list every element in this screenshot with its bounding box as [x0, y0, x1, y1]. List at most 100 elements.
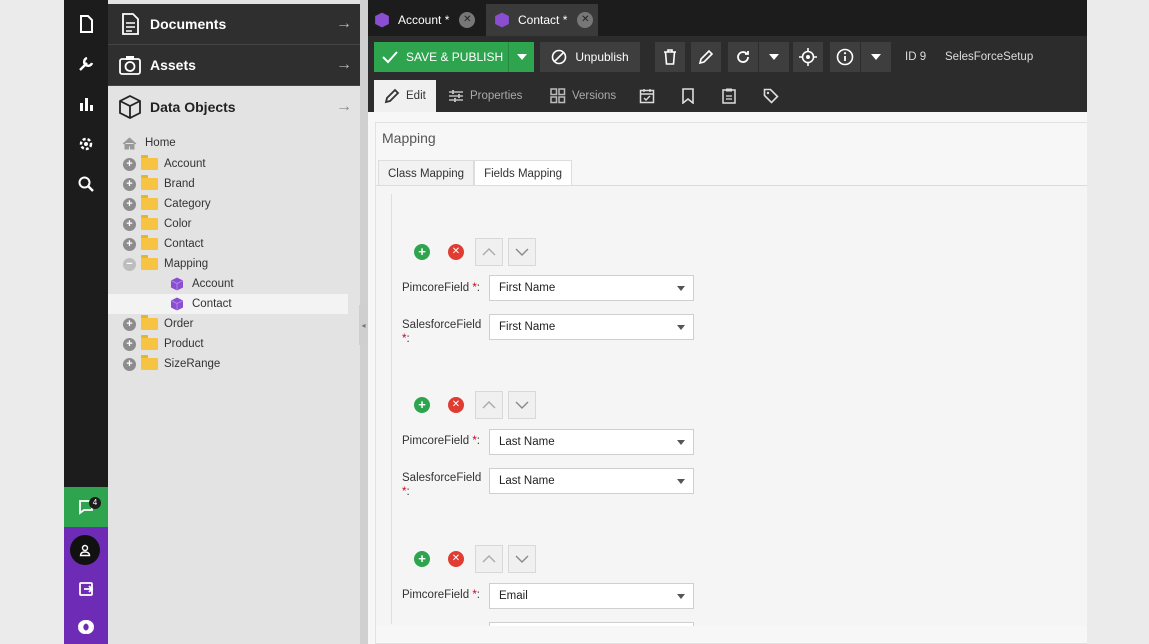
- tree-item-label: Account: [164, 158, 206, 170]
- chart-icon[interactable]: [64, 84, 108, 124]
- object-toolbar: SAVE & PUBLISH Unpublish ID 9 SelesForce…: [368, 36, 1087, 78]
- expand-icon[interactable]: +: [123, 317, 136, 331]
- tree-item-mapping-contact[interactable]: Contact: [108, 294, 348, 314]
- chevron-down-icon: [769, 54, 779, 60]
- save-publish-button[interactable]: SAVE & PUBLISH: [374, 42, 508, 72]
- tab-schedule[interactable]: [638, 80, 662, 112]
- tab-label: Account *: [398, 13, 450, 27]
- accordion-label: Assets: [150, 57, 196, 73]
- salesforce-field-select[interactable]: [489, 622, 694, 626]
- add-button[interactable]: +: [408, 391, 436, 419]
- tab-bookmark[interactable]: [679, 80, 703, 112]
- pimcore-field-select[interactable]: Email: [489, 583, 694, 609]
- tab-fields-mapping[interactable]: Fields Mapping: [474, 160, 573, 186]
- tree-item-home[interactable]: Home: [108, 132, 360, 154]
- expand-icon[interactable]: +: [123, 177, 136, 191]
- accordion-assets[interactable]: Assets →: [108, 45, 360, 86]
- remove-button[interactable]: ✕: [442, 238, 470, 266]
- panel-title: Mapping: [382, 130, 436, 146]
- pimcore-logo-icon: [64, 607, 108, 644]
- tab-edit[interactable]: Edit: [374, 80, 436, 112]
- expand-icon[interactable]: +: [123, 217, 136, 231]
- logout-icon[interactable]: [64, 569, 108, 609]
- chevron-up-icon: [482, 248, 496, 256]
- crosshair-icon: [799, 48, 817, 66]
- move-down-button[interactable]: [508, 238, 536, 266]
- accordion-data-objects[interactable]: Data Objects →: [108, 86, 360, 127]
- document-tabs: Account * ✕ Contact * ✕: [368, 0, 1087, 36]
- tree-item-contact[interactable]: + Contact: [108, 234, 360, 254]
- move-down-button[interactable]: [508, 391, 536, 419]
- expand-icon[interactable]: +: [123, 197, 136, 211]
- remove-icon: ✕: [448, 551, 464, 567]
- arrow-right-icon: →: [336, 15, 352, 32]
- tab-properties[interactable]: Properties: [448, 80, 538, 112]
- move-up-button[interactable]: [475, 238, 503, 266]
- info-options-dropdown[interactable]: [861, 42, 891, 72]
- tab-versions[interactable]: Versions: [550, 80, 622, 112]
- move-up-button[interactable]: [475, 545, 503, 573]
- tab-tags[interactable]: [762, 80, 786, 112]
- tree-item-product[interactable]: + Product: [108, 334, 360, 354]
- remove-button[interactable]: ✕: [442, 391, 470, 419]
- tree-item-category[interactable]: + Category: [108, 194, 360, 214]
- tree-item-account[interactable]: + Account: [108, 154, 360, 174]
- salesforce-field-select[interactable]: First Name: [489, 314, 694, 340]
- tree-item-sizerange[interactable]: + SizeRange: [108, 354, 360, 374]
- navigation-panel: Documents → Assets → Data Objects → Home…: [108, 0, 368, 644]
- close-icon[interactable]: ✕: [577, 12, 594, 28]
- add-button[interactable]: +: [408, 545, 436, 573]
- gear-icon[interactable]: [64, 124, 108, 164]
- delete-button[interactable]: [655, 42, 685, 72]
- expand-icon[interactable]: +: [123, 357, 136, 371]
- tab-account[interactable]: Account * ✕: [374, 4, 486, 36]
- object-key: SelesForceSetup: [945, 51, 1034, 63]
- rename-button[interactable]: [691, 42, 721, 72]
- info-button[interactable]: [830, 42, 860, 72]
- unpublish-button[interactable]: Unpublish: [540, 42, 640, 72]
- collapse-icon[interactable]: −: [123, 257, 136, 271]
- object-tree: Home + Account + Brand + Category + Colo…: [108, 132, 360, 374]
- folder-icon: [141, 195, 158, 210]
- fields-mapping-panel: + ✕ PimcoreField *: First Name Salesforc…: [376, 186, 1087, 626]
- tab-contact[interactable]: Contact * ✕: [486, 4, 598, 36]
- tree-item-order[interactable]: + Order: [108, 314, 360, 334]
- save-options-dropdown[interactable]: [508, 42, 534, 72]
- locate-button[interactable]: [793, 42, 823, 72]
- notifications-button[interactable]: 4: [64, 487, 108, 527]
- tab-label: Edit: [406, 90, 426, 102]
- expand-icon[interactable]: +: [123, 157, 136, 171]
- expand-icon[interactable]: +: [123, 337, 136, 351]
- add-button[interactable]: +: [408, 238, 436, 266]
- reload-button[interactable]: [728, 42, 758, 72]
- collapse-panel-handle[interactable]: ◂: [359, 305, 368, 345]
- tree-item-color[interactable]: + Color: [108, 214, 360, 234]
- move-down-button[interactable]: [508, 545, 536, 573]
- trash-icon: [664, 49, 676, 65]
- tree-item-label: Category: [164, 198, 211, 210]
- document-icon[interactable]: [64, 4, 108, 44]
- close-icon[interactable]: ✕: [459, 12, 476, 28]
- tree-item-label: Contact: [192, 298, 232, 310]
- dropdown-arrow-icon: [677, 594, 685, 599]
- dropdown-arrow-icon: [677, 479, 685, 484]
- search-icon[interactable]: [64, 164, 108, 204]
- tab-class-mapping[interactable]: Class Mapping: [378, 160, 475, 186]
- move-up-button[interactable]: [475, 391, 503, 419]
- pimcore-field-select[interactable]: First Name: [489, 275, 694, 301]
- tree-item-mapping[interactable]: − Mapping: [108, 254, 360, 274]
- accordion-documents[interactable]: Documents →: [108, 4, 360, 45]
- accordion-label: Documents: [150, 16, 227, 32]
- tree-item-brand[interactable]: + Brand: [108, 174, 360, 194]
- remove-button[interactable]: ✕: [442, 545, 470, 573]
- save-publish-label: SAVE & PUBLISH: [406, 50, 504, 64]
- pimcore-field-select[interactable]: Last Name: [489, 429, 694, 455]
- tree-item-mapping-account[interactable]: Account: [108, 274, 360, 294]
- tab-notes[interactable]: [720, 80, 744, 112]
- salesforce-field-select[interactable]: Last Name: [489, 468, 694, 494]
- expand-icon[interactable]: +: [123, 237, 136, 251]
- avatar[interactable]: [70, 535, 100, 565]
- cube-icon: [375, 12, 389, 28]
- wrench-icon[interactable]: [64, 44, 108, 84]
- reload-options-dropdown[interactable]: [759, 42, 789, 72]
